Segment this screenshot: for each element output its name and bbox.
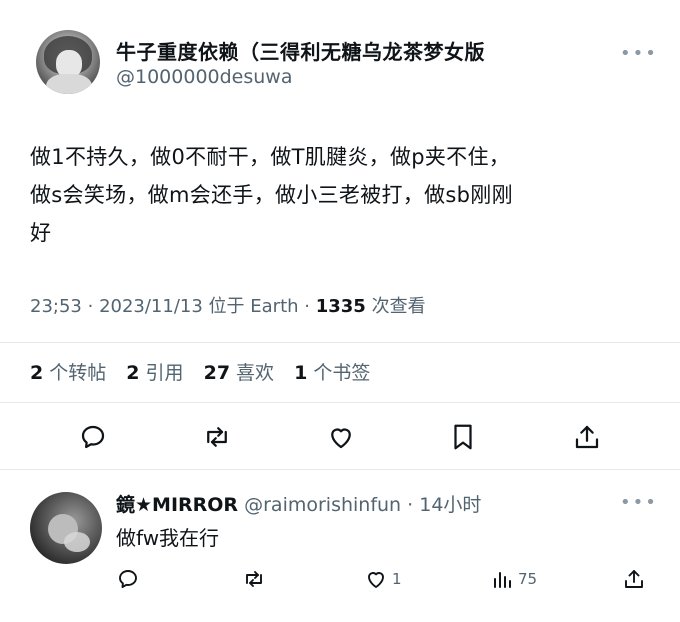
repost-icon (246, 571, 262, 587)
bookmark-button[interactable] (446, 420, 480, 454)
likes-count: 27 (203, 362, 231, 384)
author-avatar[interactable] (36, 30, 100, 94)
author-display-name[interactable]: 牛子重度依赖（三得利无糖乌龙茶梦女版 (116, 36, 485, 65)
divider (0, 342, 680, 343)
meta-separator: · (87, 296, 100, 317)
reply-post[interactable]: 鏡★MIRROR @raimorishinfun · 14小时 ••• 做fw我… (0, 470, 680, 622)
quotes-label: 引用 (145, 362, 184, 384)
repost-button[interactable] (200, 420, 234, 454)
post-time[interactable]: 23;53 (30, 296, 82, 317)
main-post: 牛子重度依赖（三得利无糖乌龙茶梦女版 @1000000desuwa ••• 做1… (0, 0, 680, 470)
bookmarks-stat[interactable]: 1 个书签 (294, 362, 384, 384)
like-button[interactable] (324, 420, 358, 454)
more-horizontal-icon[interactable]: ••• (620, 492, 658, 513)
reply-views-count: 75 (518, 570, 538, 588)
views-count: 1335 (315, 296, 366, 317)
bookmarks-count: 1 (294, 362, 308, 384)
quotes-count: 2 (126, 362, 140, 384)
more-horizontal-icon[interactable]: ••• (620, 43, 658, 64)
reply-author-display-name[interactable]: 鏡★MIRROR (116, 494, 238, 516)
reply-like-button[interactable]: 1 (364, 566, 402, 592)
reply-icon (119, 570, 137, 588)
divider (0, 402, 680, 403)
share-button[interactable] (570, 420, 604, 454)
like-icon (331, 428, 351, 449)
reposts-stat[interactable]: 2 个转帖 (30, 362, 120, 384)
reply-text: 做fw我在行 (116, 526, 220, 550)
meta-separator: · (401, 494, 420, 516)
post-meta: 23;53 · 2023/11/13 位于 Earth · 1335 次查看 (30, 292, 426, 318)
likes-label: 喜欢 (236, 362, 275, 384)
quotes-stat[interactable]: 2 引用 (126, 362, 197, 384)
share-icon (575, 425, 599, 449)
likes-stat[interactable]: 27 喜欢 (204, 362, 288, 384)
bookmarks-label: 个书签 (313, 362, 371, 384)
reply-share-button[interactable] (622, 566, 646, 592)
reply-time[interactable]: 14小时 (419, 494, 481, 516)
meta-separator: · (304, 296, 316, 317)
post-text: 做1不持久，做0不耐干，做T肌腱炎，做p夹不住， 做s会笑场，做m会还手，做小三… (30, 138, 650, 252)
reply-icon (81, 425, 105, 449)
like-icon (368, 572, 384, 588)
post-text-line: 做s会笑场，做m会还手，做小三老被打，做sb刚刚 (30, 183, 513, 207)
reply-repost-button[interactable] (242, 566, 266, 592)
post-text-line: 做1不持久，做0不耐干，做T肌腱炎，做p夹不住， (30, 145, 511, 169)
reply-likes-count: 1 (392, 570, 402, 588)
reply-reply-button[interactable] (116, 566, 140, 592)
post-text-line: 好 (30, 221, 52, 245)
reposts-label: 个转帖 (49, 362, 107, 384)
views-label: 次查看 (371, 296, 426, 317)
reply-views-button[interactable]: 75 (490, 566, 537, 592)
share-icon (625, 570, 643, 588)
reply-button[interactable] (76, 420, 110, 454)
post-location: 位于 Earth (208, 296, 299, 317)
post-date[interactable]: 2023/11/13 (99, 296, 203, 317)
reply-author-handle[interactable]: @raimorishinfun (244, 494, 401, 516)
author-handle[interactable]: @1000000desuwa (116, 66, 293, 88)
bookmark-icon (454, 424, 472, 450)
engagement-stats: 2 个转帖 2 引用 27 喜欢 1 个书签 (30, 358, 384, 385)
reply-header: 鏡★MIRROR @raimorishinfun · 14小时 (116, 490, 481, 517)
repost-icon (207, 427, 227, 447)
reposts-count: 2 (30, 362, 44, 384)
reply-author-avatar[interactable] (30, 492, 102, 564)
views-icon (494, 572, 511, 588)
